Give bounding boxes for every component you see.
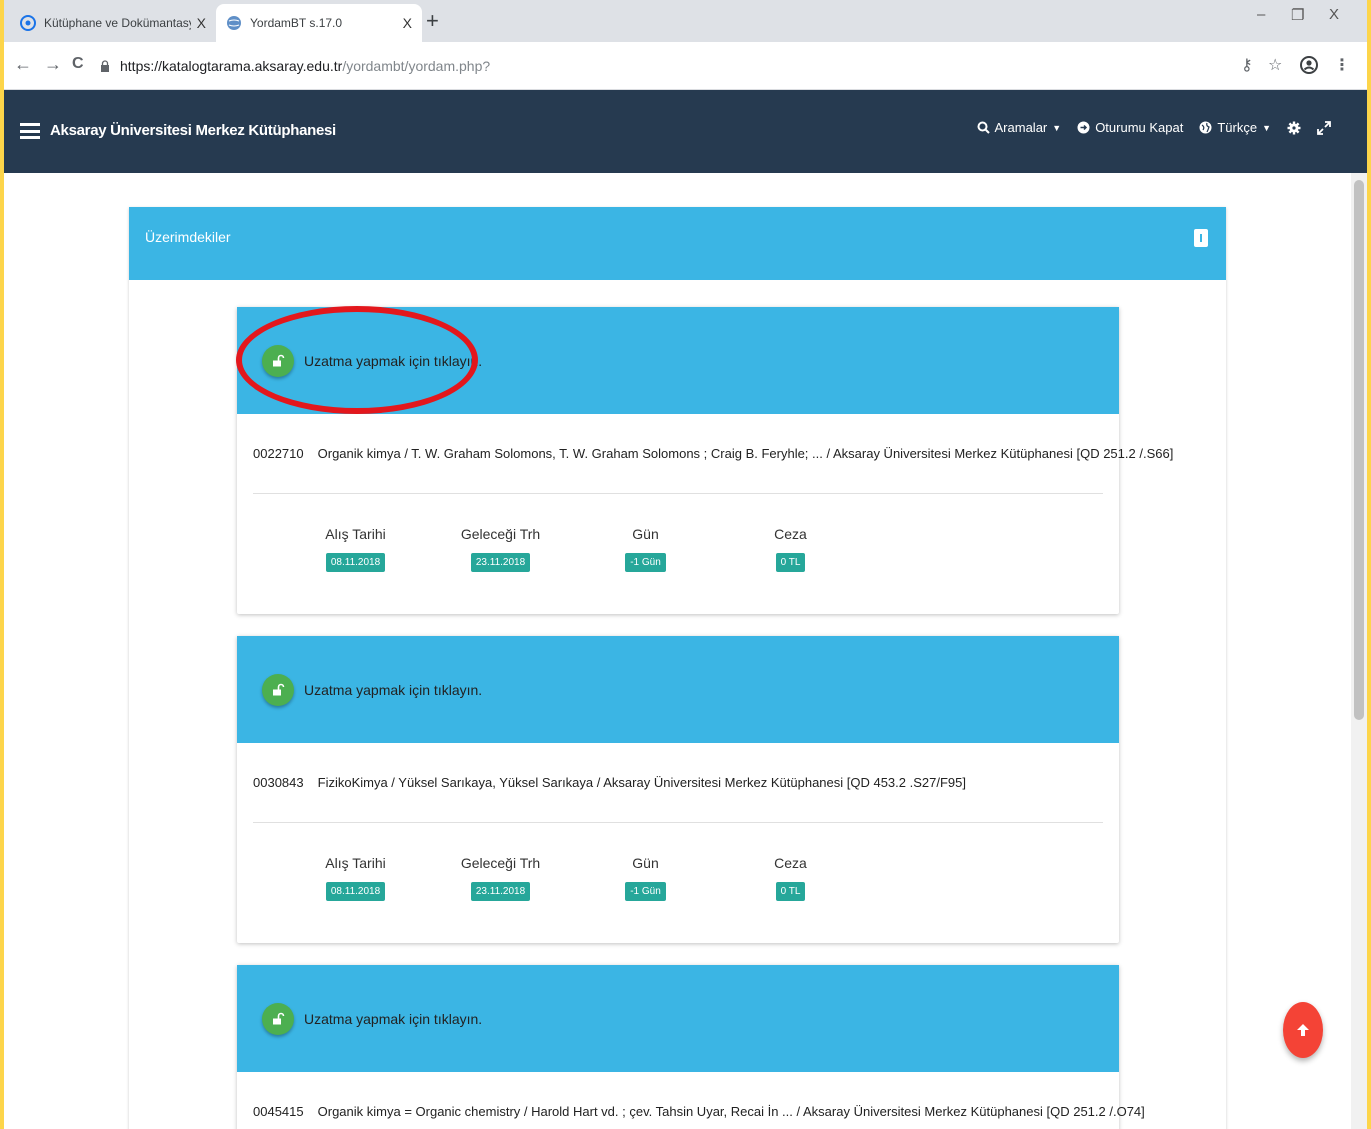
tab-yordambt[interactable]: YordamBT s.17.0 X xyxy=(216,4,422,42)
library-favicon-icon xyxy=(20,15,36,31)
loan-card-body: 0030843 FizikoKimya / Yüksel Sarıkaya, Y… xyxy=(237,743,1119,943)
page-scrollbar-thumb[interactable] xyxy=(1354,180,1364,720)
language-menu[interactable]: Türkçe ▼ xyxy=(1199,120,1271,135)
browser-window: Kütüphane ve Dokümantasyon D X YordamBT … xyxy=(4,0,1367,1129)
stat-label: Ceza xyxy=(774,526,807,542)
stat-label: Geleceği Trh xyxy=(460,855,541,871)
renew-text[interactable]: Uzatma yapmak için tıklayın. xyxy=(304,682,482,698)
reload-button[interactable]: C xyxy=(72,55,84,73)
scroll-to-top-button[interactable] xyxy=(1283,1002,1323,1058)
tab-title: Kütüphane ve Dokümantasyon D xyxy=(44,16,191,30)
brand-title[interactable]: Aksaray Üniversitesi Merkez Kütüphanesi xyxy=(50,122,336,139)
loan-card-header: Uzatma yapmak için tıklayın. xyxy=(237,636,1119,743)
key-icon[interactable]: ⚷ xyxy=(1241,55,1253,75)
stat-days: Gün -1 Gün xyxy=(573,855,718,943)
stat-days: Gün -1 Gün xyxy=(573,526,718,614)
arrow-up-icon xyxy=(1297,1024,1309,1036)
unlock-icon xyxy=(273,683,285,695)
address-bar[interactable]: https://katalogtarama.aksaray.edu.tr/yor… xyxy=(100,53,1240,79)
unlock-icon xyxy=(273,1012,285,1024)
barcode: 0045415 xyxy=(253,1104,304,1119)
globe-icon xyxy=(1199,121,1212,134)
stat-fine: Ceza 0 TL xyxy=(718,526,863,614)
stat-label: Ceza xyxy=(774,855,807,871)
stat-label: Geleceği Trh xyxy=(460,526,541,542)
loan-card-header: Uzatma yapmak için tıklayın. xyxy=(237,965,1119,1072)
book-description: Organik kimya = Organic chemistry / Haro… xyxy=(317,1104,1145,1119)
panel-header: Üzerimdekiler xyxy=(129,207,1226,280)
book-info: 0030843 FizikoKimya / Yüksel Sarıkaya, Y… xyxy=(253,743,1103,823)
loan-stats: Alış Tarihi 08.11.2018 Geleceği Trh 23.1… xyxy=(253,494,1103,614)
url-host: https://katalogtarama.aksaray.edu.tr xyxy=(120,58,343,74)
book-description: FizikoKimya / Yüksel Sarıkaya, Yüksel Sa… xyxy=(317,775,966,790)
book-info: 0045415 Organik kimya = Organic chemistr… xyxy=(253,1072,1145,1129)
lock-icon xyxy=(101,60,109,72)
loan-stats: Alış Tarihi 08.11.2018 Geleceği Trh 23.1… xyxy=(253,823,1103,943)
gear-icon[interactable] xyxy=(1287,121,1301,135)
loan-card-body: 0022710 Organik kimya / T. W. Graham Sol… xyxy=(237,414,1173,614)
stat-badge: 23.11.2018 xyxy=(470,553,531,572)
loan-card: Uzatma yapmak için tıklayın. 0045415 Org… xyxy=(237,965,1145,1129)
logout-menu[interactable]: Oturumu Kapat xyxy=(1077,120,1183,135)
language-label: Türkçe xyxy=(1217,120,1258,135)
search-menu-label: Aramalar xyxy=(994,120,1048,135)
tab-title: YordamBT s.17.0 xyxy=(250,16,343,30)
browser-toolbar: ← → C https://katalogtarama.aksaray.edu.… xyxy=(4,42,1367,90)
search-menu[interactable]: Aramalar ▼ xyxy=(977,120,1062,135)
barcode: 0022710 xyxy=(253,446,304,461)
stat-fine: Ceza 0 TL xyxy=(718,855,863,943)
back-button[interactable]: ← xyxy=(14,54,32,75)
stat-due-date: Geleceği Trh 23.11.2018 xyxy=(428,526,573,614)
globe-favicon-icon xyxy=(227,16,241,30)
stat-badge: 23.11.2018 xyxy=(470,882,531,901)
hamburger-menu-icon[interactable] xyxy=(20,123,40,139)
app-header: Aksaray Üniversitesi Merkez Kütüphanesi … xyxy=(4,90,1367,173)
maximize-button[interactable]: ❐ xyxy=(1291,6,1304,24)
new-tab-button[interactable]: + xyxy=(426,8,439,34)
stat-loan-date: Alış Tarihi 08.11.2018 xyxy=(283,526,428,614)
profile-icon[interactable] xyxy=(1300,56,1318,74)
stat-badge: 0 TL xyxy=(775,553,806,572)
search-icon xyxy=(977,121,990,134)
stat-label: Alış Tarihi xyxy=(325,526,386,542)
tab-strip: Kütüphane ve Dokümantasyon D X YordamBT … xyxy=(4,0,1367,42)
tab-library[interactable]: Kütüphane ve Dokümantasyon D X xyxy=(10,4,216,42)
renew-text[interactable]: Uzatma yapmak için tıklayın. xyxy=(304,1011,482,1027)
stat-loan-date: Alış Tarihi 08.11.2018 xyxy=(283,855,428,943)
loan-card: Uzatma yapmak için tıklayın. 0030843 Fiz… xyxy=(237,636,1119,943)
chevron-down-icon: ▼ xyxy=(1052,122,1062,133)
stat-badge: 08.11.2018 xyxy=(325,882,386,901)
book-info: 0022710 Organik kimya / T. W. Graham Sol… xyxy=(253,414,1173,494)
stat-label: Gün xyxy=(632,526,659,542)
tab-close-icon[interactable]: X xyxy=(197,15,206,31)
barcode: 0030843 xyxy=(253,775,304,790)
header-menu: Aramalar ▼ Oturumu Kapat Türkçe ▼ xyxy=(977,120,1331,135)
book-description: Organik kimya / T. W. Graham Solomons, T… xyxy=(317,446,1174,461)
chevron-down-icon: ▼ xyxy=(1262,122,1271,133)
stat-label: Alış Tarihi xyxy=(325,855,386,871)
url-path: /yordambt/yordam.php? xyxy=(342,58,491,74)
stat-badge: 0 TL xyxy=(775,882,806,901)
panel-title: Üzerimdekiler xyxy=(145,229,231,245)
renew-button[interactable] xyxy=(262,673,294,706)
annotation-ellipse xyxy=(236,306,478,414)
renew-button[interactable] xyxy=(262,1002,294,1035)
panel-toggle-button[interactable] xyxy=(1194,229,1208,247)
bookmark-star-icon[interactable]: ☆ xyxy=(1268,55,1282,75)
stat-badge: -1 Gün xyxy=(625,882,666,901)
stat-label: Gün xyxy=(632,855,659,871)
logout-icon xyxy=(1077,121,1090,134)
stat-badge: -1 Gün xyxy=(625,553,666,572)
forward-button[interactable]: → xyxy=(44,54,62,75)
stat-badge: 08.11.2018 xyxy=(325,553,386,572)
tab-close-icon[interactable]: X xyxy=(403,15,412,31)
minimize-button[interactable]: – xyxy=(1257,6,1265,23)
browser-menu-icon[interactable]: ⋮ xyxy=(1334,55,1350,75)
loan-card-body: 0045415 Organik kimya = Organic chemistr… xyxy=(237,1072,1145,1129)
stat-due-date: Geleceği Trh 23.11.2018 xyxy=(428,855,573,943)
close-window-button[interactable]: X xyxy=(1329,6,1339,23)
logout-label: Oturumu Kapat xyxy=(1095,120,1184,135)
fullscreen-icon[interactable] xyxy=(1317,120,1331,135)
